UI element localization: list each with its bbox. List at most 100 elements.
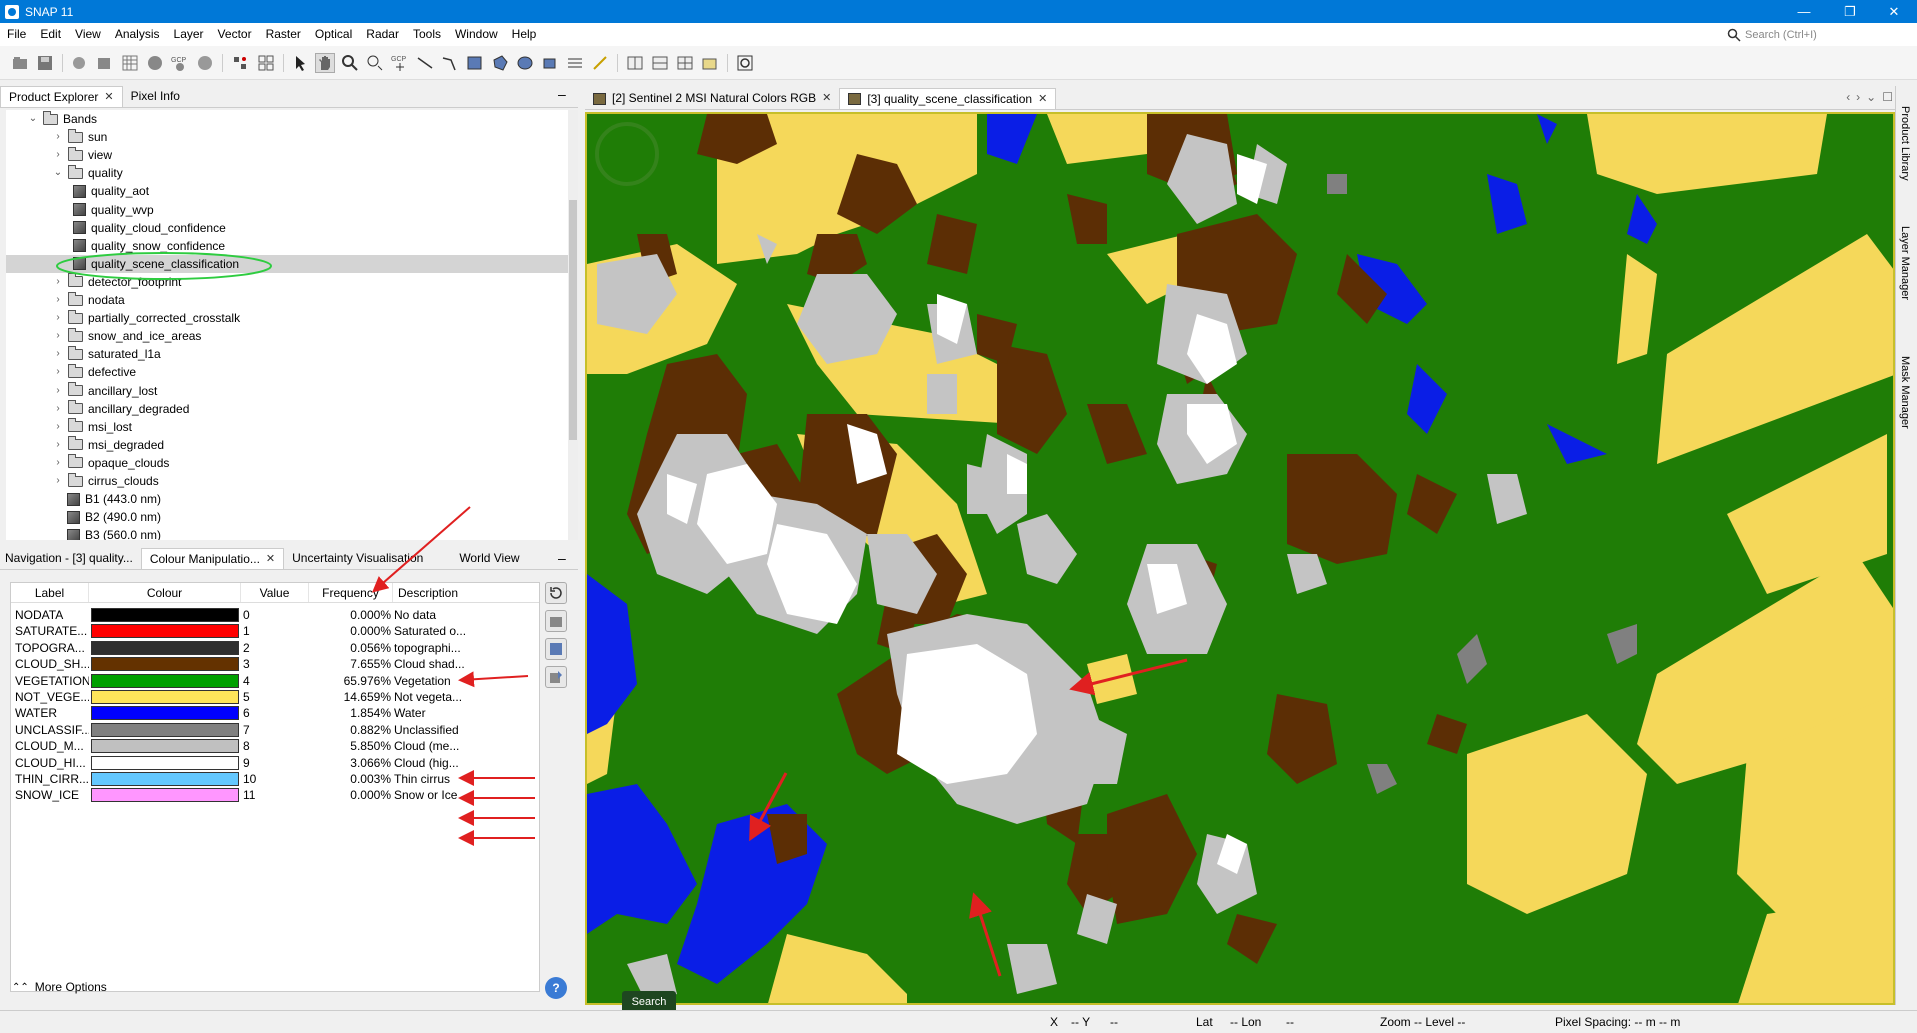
colour-swatch[interactable] xyxy=(91,788,239,803)
polygon-tool-icon[interactable] xyxy=(490,53,510,73)
chevron-right-icon[interactable]: › xyxy=(53,367,63,377)
colour-swatch[interactable] xyxy=(91,722,239,737)
chevron-down-icon[interactable]: ⌄ xyxy=(53,168,63,178)
menu-edit[interactable]: Edit xyxy=(33,23,68,46)
colour-swatch[interactable] xyxy=(91,640,239,655)
sync-views-icon[interactable] xyxy=(735,53,755,73)
close-icon[interactable]: ✕ xyxy=(822,88,831,109)
tree-node[interactable]: › nodata xyxy=(6,291,568,309)
tab-pixel-info[interactable]: Pixel Info xyxy=(123,86,188,107)
gcp-tool-icon[interactable]: GCP xyxy=(390,53,410,73)
tab-navigation[interactable]: Navigation - [3] quality... xyxy=(0,548,141,569)
chevron-right-icon[interactable]: › xyxy=(53,403,63,414)
chevron-right-icon[interactable]: › xyxy=(53,313,63,323)
chevron-right-icon[interactable]: › xyxy=(53,349,63,359)
colour-swatch[interactable] xyxy=(91,608,239,622)
tile-vertical-icon[interactable] xyxy=(650,53,670,73)
tab-natural-colors-view[interactable]: [2] Sentinel 2 MSI Natural Colors RGB ✕ xyxy=(585,88,839,109)
chevron-right-icon[interactable]: › xyxy=(53,439,63,450)
colour-swatch[interactable] xyxy=(91,673,239,688)
save-palette-icon[interactable] xyxy=(545,638,567,660)
colour-swatch[interactable] xyxy=(91,706,239,721)
pan-tool-icon[interactable] xyxy=(315,53,335,73)
reset-icon[interactable] xyxy=(545,582,567,604)
colour-swatch[interactable] xyxy=(91,624,239,639)
chevron-right-icon[interactable]: › xyxy=(53,476,63,486)
chevron-right-icon[interactable]: › xyxy=(53,276,63,287)
tree-node[interactable]: › sun xyxy=(6,128,568,146)
colour-swatch[interactable] xyxy=(91,755,239,770)
menu-tools[interactable]: Tools xyxy=(406,23,448,46)
mask-icon[interactable] xyxy=(195,53,215,73)
header-label[interactable]: Label xyxy=(11,583,89,602)
close-icon[interactable]: ✕ xyxy=(266,549,275,570)
tree-node[interactable]: ⌄ quality xyxy=(6,164,568,182)
colour-swatch[interactable] xyxy=(91,657,239,672)
pin-icon[interactable] xyxy=(230,53,250,73)
header-description[interactable]: Description xyxy=(393,583,463,602)
chevron-right-icon[interactable]: › xyxy=(53,132,63,142)
row-description[interactable]: Snow or Ice xyxy=(394,785,534,805)
layer-manager-tab[interactable]: Layer Manager xyxy=(1899,226,1911,300)
open-product-icon[interactable] xyxy=(10,53,30,73)
tree-node[interactable]: › snow_and_ice_areas xyxy=(6,327,568,345)
tree-node[interactable]: › view xyxy=(6,146,568,164)
range-finder-icon[interactable] xyxy=(565,53,585,73)
chevron-right-icon[interactable]: › xyxy=(53,421,63,432)
tree-node[interactable]: › cirrus_clouds xyxy=(6,472,568,490)
scene-classification-image[interactable] xyxy=(585,112,1895,1005)
search-input[interactable]: Search (Ctrl+I) xyxy=(1727,26,1877,44)
tree-node[interactable]: › ancillary_degraded xyxy=(6,400,568,418)
minimize-panel-icon[interactable]: – xyxy=(558,550,566,566)
tree-node[interactable]: quality_cloud_confidence xyxy=(6,219,568,237)
tree-node[interactable]: › opaque_clouds xyxy=(6,454,568,472)
tree-node[interactable]: B2 (490.0 nm) xyxy=(6,508,568,526)
menu-help[interactable]: Help xyxy=(505,23,544,46)
import-icon[interactable] xyxy=(545,610,567,632)
menu-window[interactable]: Window xyxy=(448,23,505,46)
menu-view[interactable]: View xyxy=(68,23,108,46)
menu-analysis[interactable]: Analysis xyxy=(108,23,167,46)
select-tool-icon[interactable] xyxy=(290,53,310,73)
chevron-right-icon[interactable]: › xyxy=(53,385,63,396)
close-button[interactable]: ✕ xyxy=(1871,0,1917,23)
tree-node-selected[interactable]: quality_scene_classification xyxy=(6,254,568,273)
tile-cascade-icon[interactable] xyxy=(700,53,720,73)
rectangle-tool-icon[interactable] xyxy=(465,53,485,73)
gcp-icon[interactable]: GCP xyxy=(170,53,190,73)
band-icon[interactable] xyxy=(145,53,165,73)
minimize-panel-icon[interactable]: – xyxy=(558,86,566,102)
chevron-right-icon[interactable]: › xyxy=(53,331,63,341)
tree-node[interactable]: › partially_corrected_crosstalk xyxy=(6,309,568,327)
magic-wand-icon[interactable] xyxy=(540,53,560,73)
menu-optical[interactable]: Optical xyxy=(308,23,359,46)
range-icon[interactable] xyxy=(256,53,276,73)
tree-node[interactable]: › detector_footprint xyxy=(6,273,568,291)
tab-product-explorer[interactable]: Product Explorer ✕ xyxy=(0,86,123,107)
pin-placing-icon[interactable] xyxy=(365,53,385,73)
tree-node[interactable]: quality_aot xyxy=(6,182,568,200)
close-icon[interactable]: ✕ xyxy=(1038,89,1047,110)
tab-world-view[interactable]: World View xyxy=(451,548,527,569)
menu-radar[interactable]: Radar xyxy=(359,23,406,46)
tree-node-bands[interactable]: ⌄ Bands xyxy=(28,110,97,128)
help-icon[interactable]: ? xyxy=(545,977,567,999)
graph-icon[interactable] xyxy=(120,53,140,73)
product-library-tab[interactable]: Product Library xyxy=(1899,106,1911,181)
line-tool-icon[interactable] xyxy=(415,53,435,73)
tree-node[interactable]: B1 (443.0 nm) xyxy=(6,490,568,508)
header-frequency[interactable]: Frequency xyxy=(309,583,393,602)
menu-vector[interactable]: Vector xyxy=(211,23,259,46)
tab-scene-classification-view[interactable]: [3] quality_scene_classification ✕ xyxy=(839,88,1057,110)
maximize-button[interactable]: ❐ xyxy=(1827,0,1873,23)
header-value[interactable]: Value xyxy=(241,583,309,602)
tree-node[interactable]: B3 (560.0 nm) xyxy=(6,526,568,540)
save-product-icon[interactable] xyxy=(35,53,55,73)
tree-node[interactable]: › defective xyxy=(6,363,568,381)
chevron-right-icon[interactable]: › xyxy=(53,150,63,160)
tree-node[interactable]: quality_wvp xyxy=(6,201,568,219)
ellipse-tool-icon[interactable] xyxy=(515,53,535,73)
polyline-tool-icon[interactable] xyxy=(440,53,460,73)
row-value[interactable]: 11 xyxy=(243,785,273,805)
tree-scrollbar-thumb[interactable] xyxy=(569,200,577,440)
